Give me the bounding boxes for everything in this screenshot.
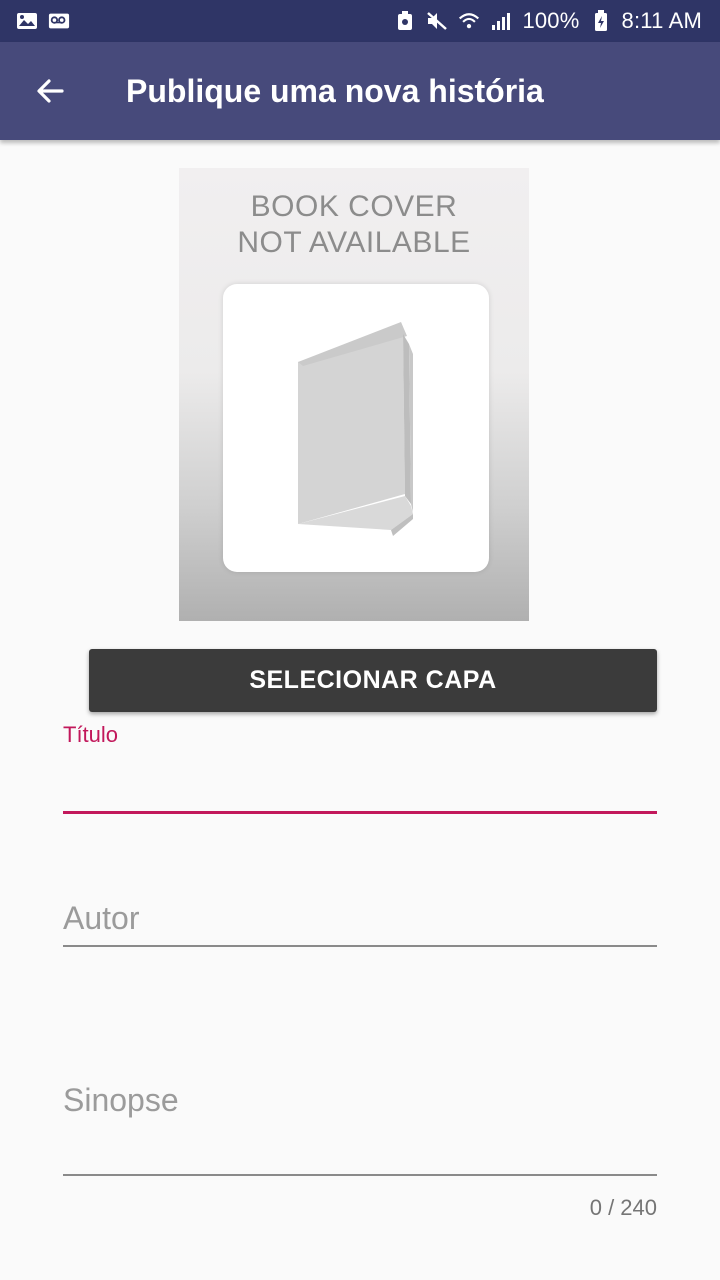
- voicemail-icon: [48, 12, 70, 30]
- autor-input[interactable]: Autor: [63, 900, 139, 937]
- status-bar-right: 100% 8:11 AM: [394, 8, 702, 34]
- autor-underline: [63, 945, 657, 947]
- battery-percent: 100%: [522, 8, 580, 33]
- cover-book-box: [223, 284, 489, 572]
- mute-icon: [426, 12, 448, 30]
- status-bar-left: [16, 12, 70, 30]
- select-cover-button[interactable]: SELECIONAR CAPA: [89, 649, 657, 712]
- wifi-icon: [458, 12, 480, 30]
- sinopse-char-counter: 0 / 240: [589, 1195, 657, 1220]
- signal-icon: [490, 12, 512, 30]
- cover-text-line1: BOOK COVER: [250, 190, 458, 223]
- battery-charging-icon: [590, 10, 612, 31]
- page-title: Publique uma nova história: [126, 72, 544, 109]
- titulo-underline: [63, 811, 657, 814]
- back-button[interactable]: [20, 61, 80, 121]
- cover-text-line2: NOT AVAILABLE: [237, 226, 471, 259]
- sinopse-underline: [63, 1174, 657, 1176]
- image-icon: [16, 12, 38, 30]
- app-bar: Publique uma nova história: [0, 42, 720, 140]
- book-cover-image: BOOK COVER NOT AVAILABLE: [179, 168, 529, 621]
- arrow-back-icon: [37, 79, 64, 103]
- book-icon: [298, 322, 413, 536]
- titulo-input[interactable]: [63, 745, 657, 811]
- clock: 8:11 AM: [621, 8, 702, 33]
- status-bar: 100% 8:11 AM: [0, 0, 720, 42]
- sinopse-input[interactable]: Sinopse: [63, 1082, 179, 1119]
- recycle-icon: [394, 11, 416, 30]
